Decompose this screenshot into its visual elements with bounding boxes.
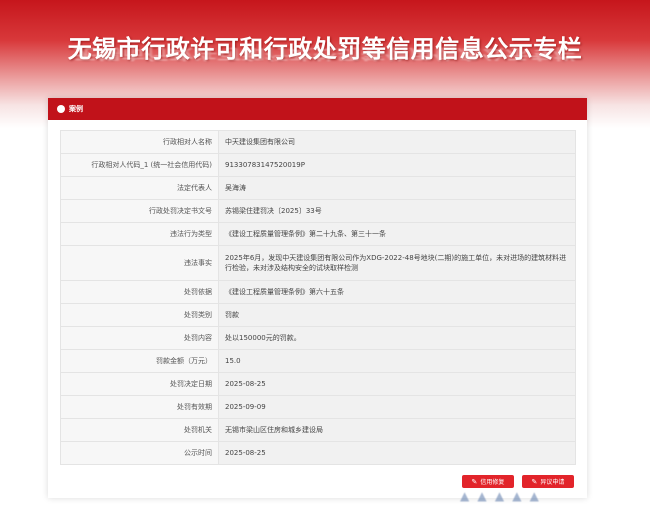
row-label: 法定代表人 bbox=[60, 176, 219, 200]
table-row: 公示时间 2025-08-25 bbox=[60, 441, 576, 465]
row-value: 91330783147520019P bbox=[218, 153, 576, 177]
table-row: 处罚依据 《建设工程质量管理条例》第六十五条 bbox=[60, 280, 576, 304]
table-row: 处罚有效期 2025-09-09 bbox=[60, 395, 576, 419]
row-value: 2025-08-25 bbox=[218, 441, 576, 465]
table-row: 违法事实 2025年6月，发现中天建设集团有限公司作为XDG-2022-48号地块… bbox=[60, 245, 576, 281]
edit-icon: ✎ bbox=[531, 477, 538, 486]
table-row: 行政相对人名称 中天建设集团有限公司 bbox=[60, 130, 576, 154]
table-row: 行政相对人代码_1 (统一社会信用代码) 91330783147520019P bbox=[60, 153, 576, 177]
row-value: 无锡市梁山区住房和城乡建设局 bbox=[218, 418, 576, 442]
row-value: 15.0 bbox=[218, 349, 576, 373]
row-label: 违法行为类型 bbox=[60, 222, 219, 246]
panel-header-label: 案例 bbox=[69, 105, 83, 113]
objection-button[interactable]: ✎ 异议申请 bbox=[522, 475, 574, 488]
title-reflection: 无锡市行政许可和行政处罚等信用信息公示专栏 bbox=[73, 45, 577, 63]
row-value: 2025-09-09 bbox=[218, 395, 576, 419]
row-value: 苏锡梁住建罚决〔2025〕33号 bbox=[218, 199, 576, 223]
credit-repair-button[interactable]: ✎ 信用修复 bbox=[462, 475, 514, 488]
row-label: 罚款金额（万元） bbox=[60, 349, 219, 373]
edit-icon: ✎ bbox=[471, 477, 478, 486]
objection-label: 异议申请 bbox=[540, 479, 565, 486]
panel-header: 案例 bbox=[48, 98, 587, 120]
row-value: 中天建设集团有限公司 bbox=[218, 130, 576, 154]
row-value: 《建设工程质量管理条例》第六十五条 bbox=[218, 280, 576, 304]
row-value: 2025-08-25 bbox=[218, 372, 576, 396]
row-label: 行政处罚决定书文号 bbox=[60, 199, 219, 223]
row-value: 罚款 bbox=[218, 303, 576, 327]
bullet-icon bbox=[57, 105, 65, 113]
table-row: 法定代表人 吴海涛 bbox=[60, 176, 576, 200]
row-label: 处罚类别 bbox=[60, 303, 219, 327]
credit-repair-label: 信用修复 bbox=[480, 479, 505, 486]
row-label: 违法事实 bbox=[60, 245, 219, 281]
detail-panel: 案例 行政相对人名称 中天建设集团有限公司 行政相对人代码_1 (统一社会信用代码… bbox=[48, 98, 587, 498]
row-value: 吴海涛 bbox=[218, 176, 576, 200]
detail-table: 行政相对人名称 中天建设集团有限公司 行政相对人代码_1 (统一社会信用代码) 91… bbox=[60, 130, 576, 465]
row-label: 处罚决定日期 bbox=[60, 372, 219, 396]
table-row: 违法行为类型 《建设工程质量管理条例》第二十九条、第三十一条 bbox=[60, 222, 576, 246]
row-label: 处罚机关 bbox=[60, 418, 219, 442]
row-label: 处罚依据 bbox=[60, 280, 219, 304]
row-label: 行政相对人名称 bbox=[60, 130, 219, 154]
row-label: 处罚内容 bbox=[60, 326, 219, 350]
table-row: 处罚决定日期 2025-08-25 bbox=[60, 372, 576, 396]
row-label: 公示时间 bbox=[60, 441, 219, 465]
row-label: 行政相对人代码_1 (统一社会信用代码) bbox=[60, 153, 219, 177]
table-row: 处罚机关 无锡市梁山区住房和城乡建设局 bbox=[60, 418, 576, 442]
watermark-logo: ▲ ▲ ▲ ▲ ▲ bbox=[460, 489, 541, 503]
table-row: 处罚类别 罚款 bbox=[60, 303, 576, 327]
table-row: 罚款金额（万元） 15.0 bbox=[60, 349, 576, 373]
row-value: 2025年6月，发现中天建设集团有限公司作为XDG-2022-48号地块(二期)… bbox=[218, 245, 576, 281]
row-label: 处罚有效期 bbox=[60, 395, 219, 419]
row-value: 《建设工程质量管理条例》第二十九条、第三十一条 bbox=[218, 222, 576, 246]
table-row: 行政处罚决定书文号 苏锡梁住建罚决〔2025〕33号 bbox=[60, 199, 576, 223]
row-value: 处以150000元的罚款。 bbox=[218, 326, 576, 350]
table-row: 处罚内容 处以150000元的罚款。 bbox=[60, 326, 576, 350]
